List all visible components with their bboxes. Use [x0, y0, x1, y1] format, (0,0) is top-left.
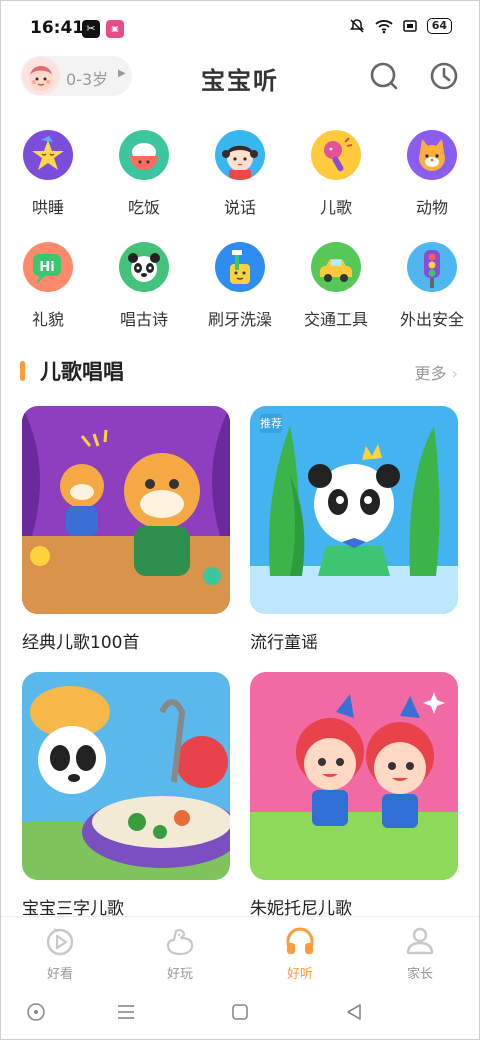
tab-parent[interactable]: 家长 — [380, 925, 460, 982]
play-circle-icon — [46, 928, 74, 956]
category-label: 刷牙洗澡 — [207, 310, 272, 329]
section-title: 儿歌唱唱 — [40, 360, 124, 384]
app-notification-icon: ▣ — [106, 20, 124, 38]
chevron-right-icon: › — [451, 364, 458, 383]
recommend-badge: 推荐 — [260, 414, 282, 433]
tab-label: 好听 — [286, 967, 313, 982]
home-square-icon[interactable] — [228, 1000, 252, 1024]
girl-face-icon — [215, 130, 265, 180]
category-label: 外出安全 — [399, 310, 464, 329]
more-label: 更多 — [414, 364, 447, 383]
album-card[interactable]: 经典儿歌100首 — [22, 406, 230, 653]
more-link[interactable]: 更多 › — [414, 360, 458, 384]
cat-face-icon — [407, 130, 457, 180]
category-label: 唱古诗 — [119, 310, 168, 329]
album-cover-panda: 推荐 — [250, 406, 458, 614]
page-title: 宝宝听 — [201, 67, 279, 95]
category-songs[interactable]: 儿歌 — [288, 130, 384, 218]
album-cover-cooking — [22, 672, 230, 880]
traffic-light-icon — [407, 242, 457, 292]
category-talking[interactable]: 说话 — [192, 130, 288, 218]
section-accent-bar — [20, 361, 25, 381]
tab-label: 家长 — [406, 967, 433, 982]
album-title: 经典儿歌100首 — [22, 633, 140, 653]
category-vehicles[interactable]: 交通工具 — [288, 242, 384, 330]
status-time: 16:41 — [30, 18, 85, 38]
search-icon[interactable] — [368, 60, 400, 92]
category-label: 儿歌 — [319, 198, 352, 217]
tab-label: 好玩 — [166, 967, 193, 982]
category-label: 礼貌 — [31, 310, 64, 329]
category-label: 哄睡 — [31, 198, 64, 217]
menu-icon[interactable] — [114, 1000, 138, 1024]
tab-listen[interactable]: 好听 — [260, 925, 340, 982]
category-label: 动物 — [415, 198, 448, 217]
album-card[interactable]: 宝宝三字儿歌 — [22, 672, 230, 919]
category-label: 交通工具 — [303, 310, 368, 329]
back-triangle-icon[interactable] — [342, 1000, 366, 1024]
category-label: 吃饭 — [127, 198, 160, 217]
headphones-icon — [286, 927, 314, 954]
category-safety[interactable]: 外出安全 — [384, 242, 480, 330]
status-bar: 16:41 ✂ ▣ 64 — [0, 0, 480, 56]
microphone-icon — [311, 130, 361, 180]
sleeping-star-icon — [23, 130, 73, 180]
tab-play[interactable]: 好玩 — [140, 925, 220, 982]
tab-watch[interactable]: 好看 — [20, 925, 100, 982]
sim-icon — [402, 20, 417, 32]
category-poems[interactable]: 唱古诗 — [96, 242, 192, 330]
rice-bowl-icon — [119, 130, 169, 180]
tab-label: 好看 — [46, 967, 73, 982]
history-clock-icon[interactable] — [428, 60, 460, 92]
battery-indicator: 64 — [426, 18, 452, 34]
toothbrush-cup-icon — [215, 242, 265, 292]
panda-icon — [119, 242, 169, 292]
bottom-tab-bar: 好看 好玩 好听 家长 — [0, 916, 480, 987]
duck-icon — [166, 928, 194, 956]
category-lullaby[interactable]: 哄睡 — [0, 130, 96, 218]
album-cover-twins — [250, 672, 458, 880]
hi-bubble-icon: Hi — [23, 242, 73, 292]
wifi-icon — [375, 20, 393, 34]
mute-bell-icon — [349, 19, 364, 33]
album-cover-tigers — [22, 406, 230, 614]
car-icon — [311, 242, 361, 292]
album-card[interactable]: 推荐 流行童谣 — [250, 406, 458, 653]
category-manners[interactable]: Hi 礼貌 — [0, 242, 96, 330]
assistant-dot-icon[interactable] — [24, 1000, 48, 1024]
section-header: 儿歌唱唱 更多 › — [0, 356, 480, 388]
system-navigation-bar — [0, 986, 480, 1040]
category-brushing[interactable]: 刷牙洗澡 — [192, 242, 288, 330]
category-eating[interactable]: 吃饭 — [96, 130, 192, 218]
album-title: 流行童谣 — [250, 633, 318, 653]
category-label: 说话 — [223, 198, 256, 217]
category-animals[interactable]: 动物 — [384, 130, 480, 218]
album-card[interactable]: 朱妮托尼儿歌 — [250, 672, 458, 919]
capcut-app-icon: ✂ — [82, 20, 100, 38]
svg-text:Hi: Hi — [39, 260, 54, 275]
app-header: 0-3岁 ▶ 宝宝听 — [0, 56, 480, 98]
person-icon — [406, 927, 434, 955]
